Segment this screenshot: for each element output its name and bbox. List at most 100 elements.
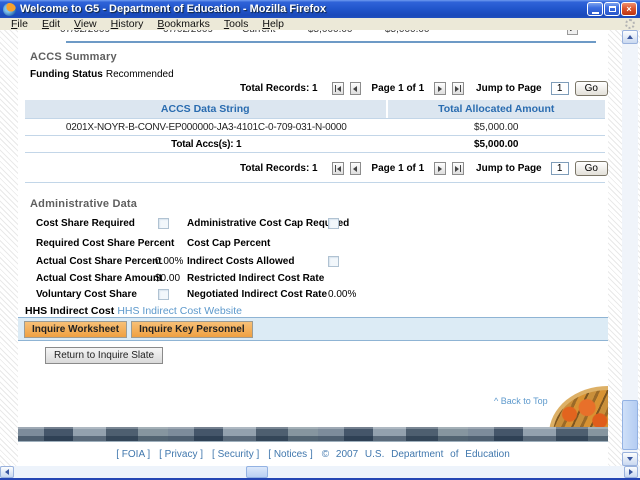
voluntary-cost-share-checkbox[interactable] [158, 289, 169, 300]
actual-cost-share-percent-label: Actual Cost Share Percent [36, 256, 162, 267]
admin-row: Actual Cost Share Percent 0.00% Indirect… [36, 256, 601, 270]
last-page-button[interactable] [452, 162, 465, 175]
menu-edit[interactable]: Edit [35, 18, 67, 30]
total-records: Total Records: 1 [240, 163, 318, 174]
restricted-indirect-cost-rate-label: Restricted Indirect Cost Rate [187, 273, 325, 284]
negotiated-indirect-cost-rate-value: 0.00% [328, 289, 357, 300]
jump-to-page-label: Jump to Page [476, 83, 542, 94]
allocated-amount-value: $5,000.00 [474, 121, 519, 133]
section-divider [25, 182, 605, 183]
privacy-link[interactable]: [ Privacy ] [159, 449, 203, 460]
footer: [ FOIA ] [ Privacy ] [ Security ] [ Noti… [18, 449, 608, 460]
horizontal-scrollbar[interactable] [0, 466, 640, 478]
next-page-button[interactable] [434, 82, 447, 95]
jump-to-page-label: Jump to Page [476, 163, 542, 174]
go-button[interactable]: Go [574, 161, 608, 176]
actual-cost-share-amount-label: Actual Cost Share Amount [36, 273, 163, 284]
funding-status-label: Funding Status [30, 69, 103, 80]
next-page-button[interactable] [434, 162, 447, 175]
hhs-indirect-cost-website-link[interactable]: HHS Indirect Cost Website [117, 305, 242, 317]
browser-window: Welcome to G5 - Department of Education … [0, 0, 640, 480]
scroll-right-button[interactable] [624, 466, 638, 478]
title-bar[interactable]: Welcome to G5 - Department of Education … [0, 0, 640, 18]
scroll-up-icon [627, 35, 633, 39]
minimize-button[interactable] [587, 2, 603, 16]
pagination-top: Total Records: 1 Page 1 of 1 Jump to Pag… [240, 81, 608, 96]
close-icon: × [626, 3, 632, 14]
first-page-icon [334, 85, 336, 92]
funding-status-row: Funding Status Recommended [30, 68, 174, 80]
last-page-icon [455, 165, 460, 172]
menu-view[interactable]: View [67, 18, 104, 30]
scroll-up-button[interactable] [622, 30, 638, 44]
clipped-date-2: 07/02/2009 [163, 30, 213, 35]
scroll-right-icon [629, 469, 633, 475]
indirect-costs-allowed-label: Indirect Costs Allowed [187, 256, 295, 267]
actual-cost-share-percent-value: 0.00% [155, 256, 184, 267]
clipped-checkbox[interactable]: ✓ [567, 30, 578, 35]
decorative-bar [18, 427, 608, 442]
jump-to-page-input[interactable] [550, 82, 569, 95]
next-page-icon [438, 85, 443, 92]
indirect-costs-allowed-checkbox[interactable] [328, 256, 339, 267]
funding-status-value: Recommended [105, 69, 174, 80]
accs-table: ACCS Data String Total Allocated Amount … [25, 100, 605, 153]
menu-bookmarks[interactable]: Bookmarks [150, 18, 217, 30]
total-records: Total Records: 1 [240, 83, 318, 94]
last-page-button[interactable] [452, 82, 465, 95]
back-to-top-link[interactable]: ^ Back to Top [494, 396, 548, 406]
next-page-icon [438, 165, 443, 172]
restore-icon [608, 6, 616, 12]
security-link[interactable]: [ Security ] [212, 449, 259, 460]
go-button[interactable]: Go [574, 81, 608, 96]
section-divider [66, 41, 596, 43]
cost-share-required-checkbox[interactable] [158, 218, 169, 229]
admin-cost-cap-required-label: Administrative Cost Cap Required [187, 218, 350, 229]
notices-link[interactable]: [ Notices ] [268, 449, 312, 460]
menu-tools[interactable]: Tools [217, 18, 256, 30]
window-title: Welcome to G5 - Department of Education … [20, 3, 326, 15]
admin-row: Required Cost Share Percent Cost Cap Per… [36, 238, 601, 252]
page-viewport: 07/02/2009 07/02/2009 Current $5,000.00 … [0, 30, 640, 466]
table-total-row: Total Accs(s): 1 $5,000.00 [25, 135, 605, 152]
first-page-button[interactable] [331, 162, 344, 175]
clipped-amount-2: $5,000.00 [385, 30, 430, 35]
vertical-scrollbar[interactable] [622, 30, 638, 466]
administrative-data-heading: Administrative Data [30, 198, 138, 210]
prev-page-icon [353, 165, 358, 172]
horizontal-scroll-thumb[interactable] [246, 466, 268, 478]
menu-bar: File Edit View History Bookmarks Tools H… [0, 18, 640, 30]
header-total-allocated-amount: Total Allocated Amount [438, 103, 555, 115]
inquire-worksheet-button[interactable]: Inquire Worksheet [24, 320, 128, 338]
accs-table-header: ACCS Data String Total Allocated Amount [25, 100, 605, 118]
page-content: 07/02/2009 07/02/2009 Current $5,000.00 … [18, 30, 608, 466]
restore-button[interactable] [604, 2, 620, 16]
last-page-icon [455, 85, 460, 92]
inquire-key-personnel-button[interactable]: Inquire Key Personnel [131, 320, 253, 338]
actual-cost-share-amount-value: $0.00 [155, 273, 181, 284]
menu-help[interactable]: Help [255, 18, 291, 30]
admin-cost-cap-required-checkbox[interactable] [328, 218, 339, 229]
scroll-left-button[interactable] [0, 466, 14, 478]
prev-page-button[interactable] [349, 162, 362, 175]
minimize-icon [591, 11, 599, 14]
return-to-inquire-slate-button[interactable]: Return to Inquire Slate [45, 347, 164, 364]
foia-link[interactable]: [ FOIA ] [116, 449, 150, 460]
admin-row: Actual Cost Share Amount $0.00 Restricte… [36, 273, 601, 287]
page-indicator: Page 1 of 1 [371, 83, 425, 94]
close-button[interactable]: × [621, 2, 637, 16]
action-button-band: Inquire Worksheet Inquire Key Personnel [18, 317, 608, 341]
cost-cap-percent-label: Cost Cap Percent [187, 238, 271, 249]
jump-to-page-input[interactable] [550, 162, 569, 175]
menu-file[interactable]: File [4, 18, 35, 30]
scroll-down-button[interactable] [622, 452, 638, 466]
voluntary-cost-share-label: Voluntary Cost Share [36, 289, 137, 300]
prev-page-button[interactable] [349, 82, 362, 95]
vertical-scroll-thumb[interactable] [622, 400, 638, 450]
menu-history[interactable]: History [104, 18, 151, 30]
first-page-button[interactable] [331, 82, 344, 95]
total-accs-amount: $5,000.00 [474, 138, 519, 150]
page-indicator: Page 1 of 1 [371, 163, 425, 174]
clipped-amount-1: $5,000.00 [308, 30, 353, 35]
cost-share-required-label: Cost Share Required [36, 218, 135, 229]
